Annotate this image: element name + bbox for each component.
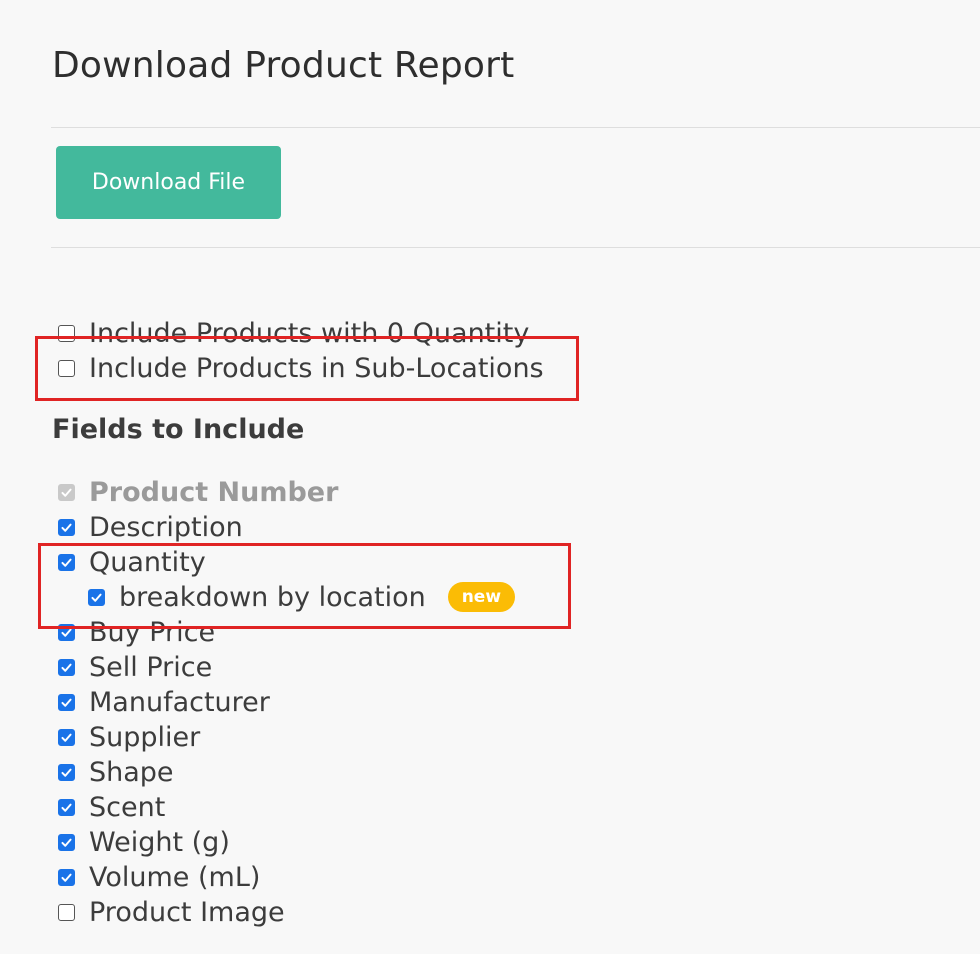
checkmark-icon — [61, 523, 72, 532]
field-buy-price[interactable]: Buy Price — [58, 616, 216, 648]
checkmark-icon — [61, 663, 72, 672]
field-sell-price[interactable]: Sell Price — [58, 651, 213, 683]
manufacturer-label: Manufacturer — [89, 686, 270, 718]
field-product-image[interactable]: Product Image — [58, 896, 285, 928]
sub-locations-label: Include Products in Sub-Locations — [89, 352, 544, 384]
quantity-checkbox[interactable] — [58, 553, 75, 571]
field-shape[interactable]: Shape — [58, 756, 174, 788]
zero-quantity-checkbox[interactable] — [58, 324, 75, 342]
header-divider — [51, 127, 980, 128]
field-quantity[interactable]: Quantity — [58, 546, 206, 578]
checkmark-icon — [61, 733, 72, 742]
description-label: Description — [89, 511, 243, 543]
field-supplier[interactable]: Supplier — [58, 721, 201, 753]
manufacturer-checkbox[interactable] — [58, 693, 75, 711]
checkmark-icon — [61, 488, 72, 497]
weight-checkbox[interactable] — [58, 833, 75, 851]
weight-label: Weight (g) — [89, 826, 230, 858]
supplier-checkbox[interactable] — [58, 728, 75, 746]
field-volume[interactable]: Volume (mL) — [58, 861, 261, 893]
shape-label: Shape — [89, 756, 174, 788]
scent-checkbox[interactable] — [58, 798, 75, 816]
checkmark-icon — [61, 803, 72, 812]
volume-checkbox[interactable] — [58, 868, 75, 886]
fields-section-heading: Fields to Include — [52, 414, 305, 445]
sell-price-label: Sell Price — [89, 651, 213, 683]
checkmark-icon — [61, 873, 72, 882]
download-report-page: Download Product Report Download File In… — [0, 0, 980, 954]
breakdown-by-location-label: breakdown by location — [119, 581, 426, 613]
checkmark-icon — [61, 558, 72, 567]
product-image-label: Product Image — [89, 896, 285, 928]
volume-label: Volume (mL) — [89, 861, 261, 893]
checkmark-icon — [61, 628, 72, 637]
checkmark-icon — [91, 593, 102, 602]
description-checkbox[interactable] — [58, 518, 75, 536]
zero-quantity-label: Include Products with 0 Quantity — [89, 317, 530, 349]
sub-locations-checkbox[interactable] — [58, 359, 75, 377]
buy-price-checkbox[interactable] — [58, 623, 75, 641]
field-weight[interactable]: Weight (g) — [58, 826, 230, 858]
sell-price-checkbox[interactable] — [58, 658, 75, 676]
scent-label: Scent — [89, 791, 166, 823]
product-image-checkbox[interactable] — [58, 903, 75, 921]
page-title: Download Product Report — [52, 45, 515, 86]
field-scent[interactable]: Scent — [58, 791, 166, 823]
option-sub-locations[interactable]: Include Products in Sub-Locations — [58, 352, 544, 384]
option-zero-quantity[interactable]: Include Products with 0 Quantity — [58, 317, 530, 349]
field-breakdown-by-location[interactable]: breakdown by location new — [88, 581, 516, 613]
actions-divider — [51, 247, 980, 248]
supplier-label: Supplier — [89, 721, 201, 753]
shape-checkbox[interactable] — [58, 763, 75, 781]
product-number-checkbox — [58, 483, 75, 501]
field-product-number: Product Number — [58, 476, 339, 508]
download-file-button[interactable]: Download File — [56, 146, 281, 219]
breakdown-by-location-checkbox[interactable] — [88, 588, 105, 606]
new-badge: new — [447, 582, 516, 612]
field-description[interactable]: Description — [58, 511, 243, 543]
checkmark-icon — [61, 838, 72, 847]
checkmark-icon — [61, 698, 72, 707]
field-manufacturer[interactable]: Manufacturer — [58, 686, 270, 718]
buy-price-label: Buy Price — [89, 616, 216, 648]
checkmark-icon — [61, 768, 72, 777]
product-number-label: Product Number — [89, 476, 339, 508]
quantity-label: Quantity — [89, 546, 206, 578]
